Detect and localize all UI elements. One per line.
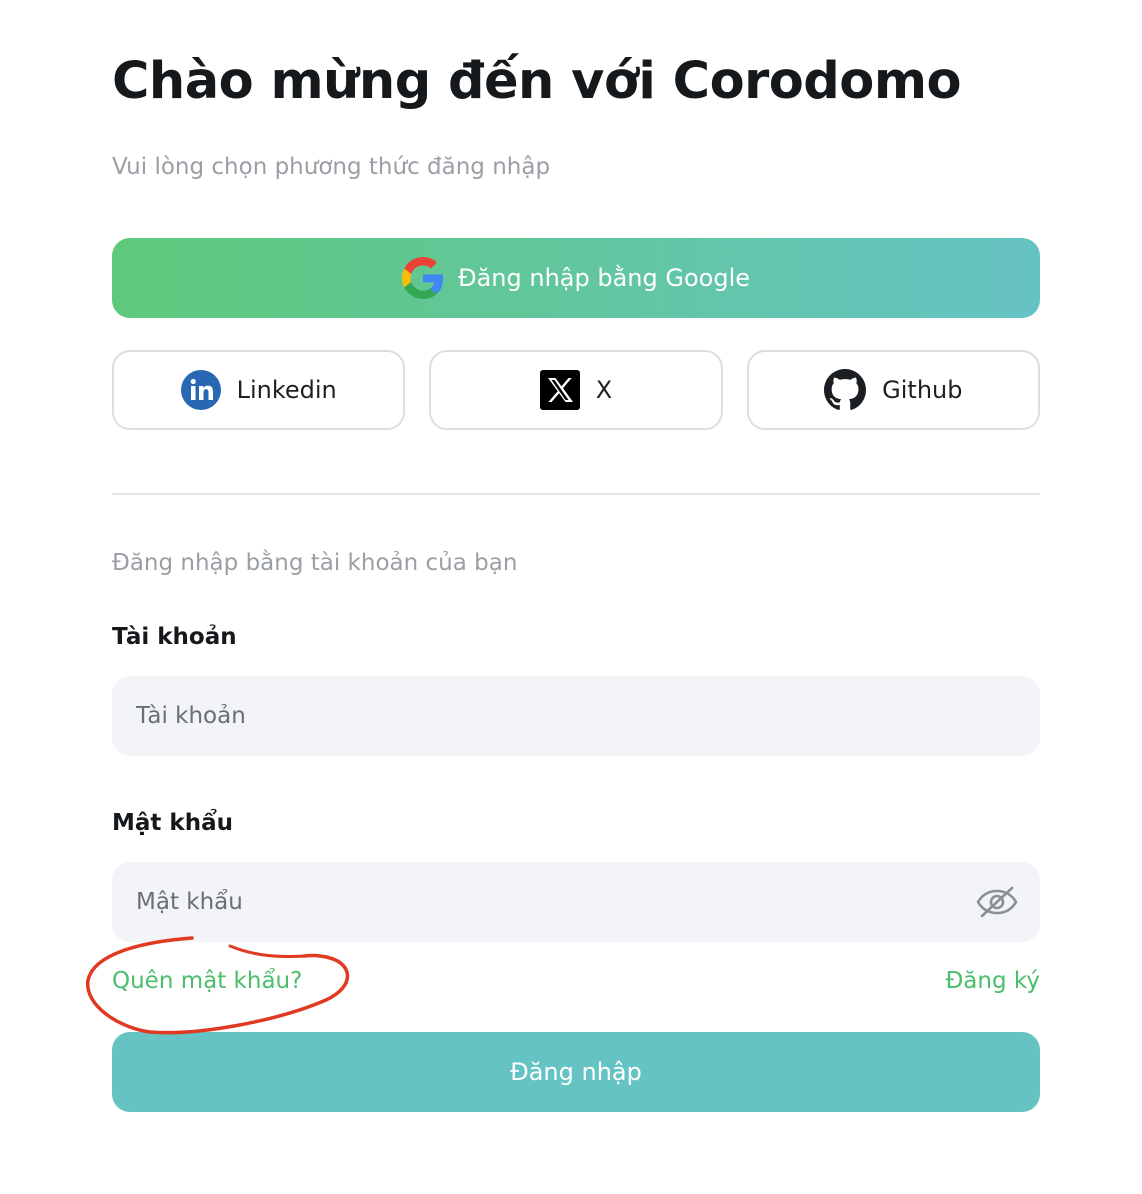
- login-submit-button[interactable]: Đăng nhập: [112, 1032, 1040, 1112]
- x-login-button[interactable]: X: [429, 350, 723, 430]
- page-title: Chào mừng đến với Corodomo: [112, 52, 962, 111]
- google-login-button[interactable]: Đăng nhập bằng Google: [112, 238, 1040, 318]
- linkedin-login-button[interactable]: Linkedin: [112, 350, 406, 430]
- password-label: Mật khẩu: [112, 810, 233, 836]
- google-icon: [401, 257, 444, 299]
- password-input[interactable]: [112, 862, 1040, 942]
- register-link[interactable]: Đăng ký: [945, 968, 1040, 994]
- x-icon: [539, 370, 580, 410]
- account-login-label: Đăng nhập bằng tài khoản của bạn: [112, 550, 518, 576]
- x-label: X: [595, 376, 613, 404]
- linkedin-icon: [180, 370, 221, 410]
- username-label: Tài khoản: [112, 624, 237, 650]
- username-input[interactable]: [112, 676, 1040, 756]
- page-subtitle: Vui lòng chọn phương thức đăng nhập: [112, 154, 551, 180]
- github-icon: [824, 369, 867, 411]
- google-login-label: Đăng nhập bằng Google: [457, 264, 751, 292]
- auth-links-row: Quên mật khẩu? Đăng ký: [112, 968, 1040, 1004]
- linkedin-label: Linkedin: [236, 376, 337, 404]
- password-field-container: [112, 862, 1040, 942]
- github-label: Github: [882, 376, 963, 404]
- username-field-container: [112, 676, 1040, 756]
- github-login-button[interactable]: Github: [746, 350, 1040, 430]
- forgot-password-link[interactable]: Quên mật khẩu?: [112, 968, 302, 994]
- social-login-row: Linkedin X Github: [112, 350, 1040, 430]
- section-divider: [112, 493, 1040, 495]
- eye-off-icon[interactable]: [974, 882, 1020, 922]
